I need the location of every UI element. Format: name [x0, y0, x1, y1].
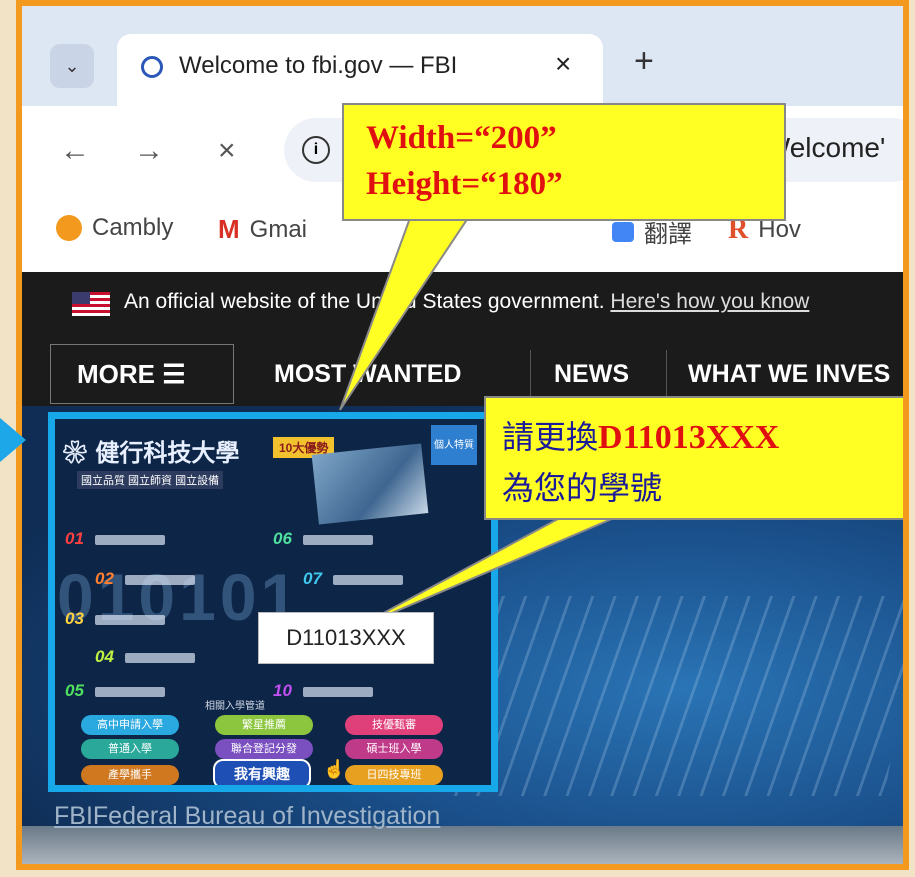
screenshot-frame: ⌄ Welcome to fbi.gov — FBI × + ← → × i /… — [16, 0, 909, 870]
size-callout: Width=“200” Height=“180” — [342, 103, 786, 221]
instruction-line-2: 為您的學號 — [502, 469, 663, 507]
student-id-label: D11013XXX — [258, 612, 434, 664]
instruction-id: D11013XXX — [598, 419, 780, 456]
instruction-prefix: 請更換 — [502, 418, 599, 456]
pointer-arrow-icon — [0, 418, 26, 462]
instruction-callout: 請更換D11013XXX 為您的學號 — [484, 396, 903, 520]
instruction-line-1: 請更換D11013XXX — [502, 412, 903, 463]
width-annotation: Width=“200” — [366, 120, 557, 156]
height-annotation: Height=“180” — [366, 166, 563, 202]
